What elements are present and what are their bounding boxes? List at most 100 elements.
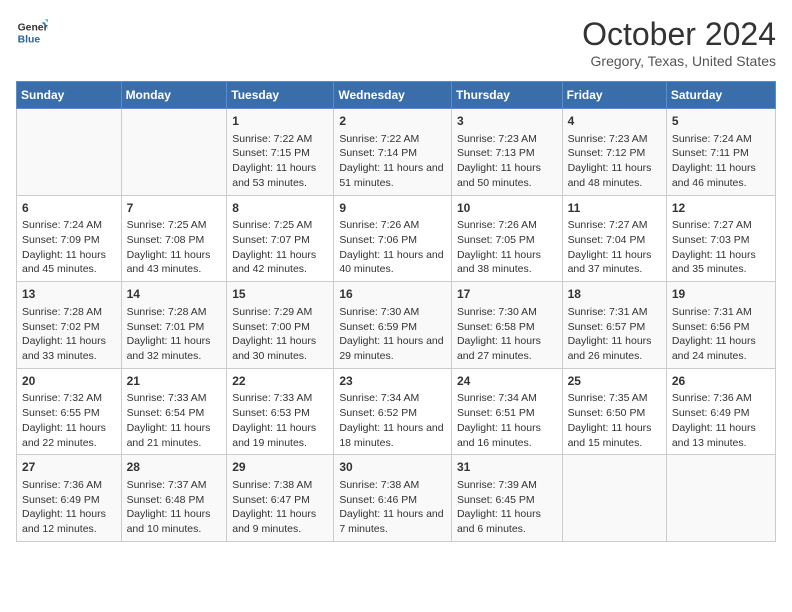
cell-content: Sunrise: 7:37 AM Sunset: 6:48 PM Dayligh… bbox=[127, 478, 222, 537]
calendar-cell: 19 Sunrise: 7:31 AM Sunset: 6:56 PM Dayli… bbox=[666, 282, 775, 369]
day-number: 10 bbox=[457, 200, 557, 217]
column-header-monday: Monday bbox=[121, 82, 227, 109]
calendar-cell: 21Sunrise: 7:33 AM Sunset: 6:54 PM Dayli… bbox=[121, 368, 227, 455]
day-number: 7 bbox=[127, 200, 222, 217]
calendar-cell: 16Sunrise: 7:30 AM Sunset: 6:59 PM Dayli… bbox=[334, 282, 452, 369]
cell-content: Sunrise: 7:39 AM Sunset: 6:45 PM Dayligh… bbox=[457, 478, 557, 537]
cell-content: Sunrise: 7:32 AM Sunset: 6:55 PM Dayligh… bbox=[22, 391, 116, 450]
cell-content: Sunrise: 7:22 AM Sunset: 7:15 PM Dayligh… bbox=[232, 132, 328, 191]
cell-content: Sunrise: 7:31 AM Sunset: 6:56 PM Dayligh… bbox=[672, 305, 770, 364]
calendar-cell: 5Sunrise: 7:24 AM Sunset: 7:11 PM Daylig… bbox=[666, 109, 775, 196]
day-number: 21 bbox=[127, 373, 222, 390]
cell-content: Sunrise: 7:22 AM Sunset: 7:14 PM Dayligh… bbox=[339, 132, 446, 191]
calendar-body: 1 Sunrise: 7:22 AM Sunset: 7:15 PM Daylig… bbox=[17, 109, 776, 542]
cell-content: Sunrise: 7:28 AM Sunset: 7:02 PM Dayligh… bbox=[22, 305, 116, 364]
cell-content: Sunrise: 7:26 AM Sunset: 7:05 PM Dayligh… bbox=[457, 218, 557, 277]
calendar-cell: 3 Sunrise: 7:23 AM Sunset: 7:13 PM Daylig… bbox=[451, 109, 562, 196]
title-block: October 2024 Gregory, Texas, United Stat… bbox=[582, 16, 776, 69]
day-number: 3 bbox=[457, 113, 557, 130]
cell-content: Sunrise: 7:36 AM Sunset: 6:49 PM Dayligh… bbox=[22, 478, 116, 537]
day-number: 17 bbox=[457, 286, 557, 303]
cell-content: Sunrise: 7:30 AM Sunset: 6:58 PM Dayligh… bbox=[457, 305, 557, 364]
cell-content: Sunrise: 7:36 AM Sunset: 6:49 PM Dayligh… bbox=[672, 391, 770, 450]
cell-content: Sunrise: 7:31 AM Sunset: 6:57 PM Dayligh… bbox=[568, 305, 661, 364]
calendar-cell: 13 Sunrise: 7:28 AM Sunset: 7:02 PM Dayli… bbox=[17, 282, 122, 369]
day-number: 12 bbox=[672, 200, 770, 217]
cell-content: Sunrise: 7:24 AM Sunset: 7:09 PM Dayligh… bbox=[22, 218, 116, 277]
day-number: 26 bbox=[672, 373, 770, 390]
day-number: 9 bbox=[339, 200, 446, 217]
cell-content: Sunrise: 7:25 AM Sunset: 7:07 PM Dayligh… bbox=[232, 218, 328, 277]
cell-content: Sunrise: 7:38 AM Sunset: 6:47 PM Dayligh… bbox=[232, 478, 328, 537]
calendar-cell bbox=[562, 455, 666, 542]
cell-content: Sunrise: 7:29 AM Sunset: 7:00 PM Dayligh… bbox=[232, 305, 328, 364]
day-number: 11 bbox=[568, 200, 661, 217]
week-row-1: 1 Sunrise: 7:22 AM Sunset: 7:15 PM Daylig… bbox=[17, 109, 776, 196]
calendar-cell bbox=[121, 109, 227, 196]
calendar-cell: 27 Sunrise: 7:36 AM Sunset: 6:49 PM Dayli… bbox=[17, 455, 122, 542]
day-number: 19 bbox=[672, 286, 770, 303]
calendar-cell: 15 Sunrise: 7:29 AM Sunset: 7:00 PM Dayli… bbox=[227, 282, 334, 369]
cell-content: Sunrise: 7:24 AM Sunset: 7:11 PM Dayligh… bbox=[672, 132, 770, 191]
calendar-cell: 28 Sunrise: 7:37 AM Sunset: 6:48 PM Dayli… bbox=[121, 455, 227, 542]
week-row-5: 27 Sunrise: 7:36 AM Sunset: 6:49 PM Dayli… bbox=[17, 455, 776, 542]
logo-icon: General Blue bbox=[16, 16, 48, 48]
column-header-saturday: Saturday bbox=[666, 82, 775, 109]
calendar-header: SundayMondayTuesdayWednesdayThursdayFrid… bbox=[17, 82, 776, 109]
day-number: 14 bbox=[127, 286, 222, 303]
column-header-wednesday: Wednesday bbox=[334, 82, 452, 109]
day-number: 22 bbox=[232, 373, 328, 390]
calendar-cell: 9Sunrise: 7:26 AM Sunset: 7:06 PM Daylig… bbox=[334, 195, 452, 282]
calendar-cell bbox=[17, 109, 122, 196]
week-row-3: 13 Sunrise: 7:28 AM Sunset: 7:02 PM Dayli… bbox=[17, 282, 776, 369]
cell-content: Sunrise: 7:25 AM Sunset: 7:08 PM Dayligh… bbox=[127, 218, 222, 277]
day-number: 23 bbox=[339, 373, 446, 390]
cell-content: Sunrise: 7:34 AM Sunset: 6:52 PM Dayligh… bbox=[339, 391, 446, 450]
calendar-cell: 20Sunrise: 7:32 AM Sunset: 6:55 PM Dayli… bbox=[17, 368, 122, 455]
calendar-cell: 14Sunrise: 7:28 AM Sunset: 7:01 PM Dayli… bbox=[121, 282, 227, 369]
cell-content: Sunrise: 7:23 AM Sunset: 7:12 PM Dayligh… bbox=[568, 132, 661, 191]
calendar-cell: 2Sunrise: 7:22 AM Sunset: 7:14 PM Daylig… bbox=[334, 109, 452, 196]
column-header-tuesday: Tuesday bbox=[227, 82, 334, 109]
cell-content: Sunrise: 7:30 AM Sunset: 6:59 PM Dayligh… bbox=[339, 305, 446, 364]
month-title: October 2024 bbox=[582, 16, 776, 53]
cell-content: Sunrise: 7:33 AM Sunset: 6:53 PM Dayligh… bbox=[232, 391, 328, 450]
header-row: SundayMondayTuesdayWednesdayThursdayFrid… bbox=[17, 82, 776, 109]
day-number: 30 bbox=[339, 459, 446, 476]
cell-content: Sunrise: 7:34 AM Sunset: 6:51 PM Dayligh… bbox=[457, 391, 557, 450]
cell-content: Sunrise: 7:26 AM Sunset: 7:06 PM Dayligh… bbox=[339, 218, 446, 277]
calendar-cell: 22Sunrise: 7:33 AM Sunset: 6:53 PM Dayli… bbox=[227, 368, 334, 455]
location: Gregory, Texas, United States bbox=[582, 53, 776, 69]
page-header: General Blue October 2024 Gregory, Texas… bbox=[16, 16, 776, 69]
column-header-sunday: Sunday bbox=[17, 82, 122, 109]
calendar-cell: 30Sunrise: 7:38 AM Sunset: 6:46 PM Dayli… bbox=[334, 455, 452, 542]
cell-content: Sunrise: 7:33 AM Sunset: 6:54 PM Dayligh… bbox=[127, 391, 222, 450]
calendar-cell: 11Sunrise: 7:27 AM Sunset: 7:04 PM Dayli… bbox=[562, 195, 666, 282]
calendar-cell: 1 Sunrise: 7:22 AM Sunset: 7:15 PM Daylig… bbox=[227, 109, 334, 196]
cell-content: Sunrise: 7:23 AM Sunset: 7:13 PM Dayligh… bbox=[457, 132, 557, 191]
day-number: 8 bbox=[232, 200, 328, 217]
calendar-cell: 31Sunrise: 7:39 AM Sunset: 6:45 PM Dayli… bbox=[451, 455, 562, 542]
day-number: 20 bbox=[22, 373, 116, 390]
calendar-cell: 25Sunrise: 7:35 AM Sunset: 6:50 PM Dayli… bbox=[562, 368, 666, 455]
week-row-4: 20Sunrise: 7:32 AM Sunset: 6:55 PM Dayli… bbox=[17, 368, 776, 455]
day-number: 15 bbox=[232, 286, 328, 303]
day-number: 24 bbox=[457, 373, 557, 390]
day-number: 29 bbox=[232, 459, 328, 476]
calendar-cell: 7Sunrise: 7:25 AM Sunset: 7:08 PM Daylig… bbox=[121, 195, 227, 282]
week-row-2: 6Sunrise: 7:24 AM Sunset: 7:09 PM Daylig… bbox=[17, 195, 776, 282]
day-number: 25 bbox=[568, 373, 661, 390]
day-number: 1 bbox=[232, 113, 328, 130]
calendar-cell: 4Sunrise: 7:23 AM Sunset: 7:12 PM Daylig… bbox=[562, 109, 666, 196]
calendar-table: SundayMondayTuesdayWednesdayThursdayFrid… bbox=[16, 81, 776, 542]
logo: General Blue bbox=[16, 16, 48, 48]
day-number: 13 bbox=[22, 286, 116, 303]
svg-text:Blue: Blue bbox=[18, 34, 41, 45]
cell-content: Sunrise: 7:27 AM Sunset: 7:03 PM Dayligh… bbox=[672, 218, 770, 277]
calendar-cell: 23Sunrise: 7:34 AM Sunset: 6:52 PM Dayli… bbox=[334, 368, 452, 455]
day-number: 28 bbox=[127, 459, 222, 476]
cell-content: Sunrise: 7:27 AM Sunset: 7:04 PM Dayligh… bbox=[568, 218, 661, 277]
column-header-thursday: Thursday bbox=[451, 82, 562, 109]
cell-content: Sunrise: 7:35 AM Sunset: 6:50 PM Dayligh… bbox=[568, 391, 661, 450]
day-number: 27 bbox=[22, 459, 116, 476]
